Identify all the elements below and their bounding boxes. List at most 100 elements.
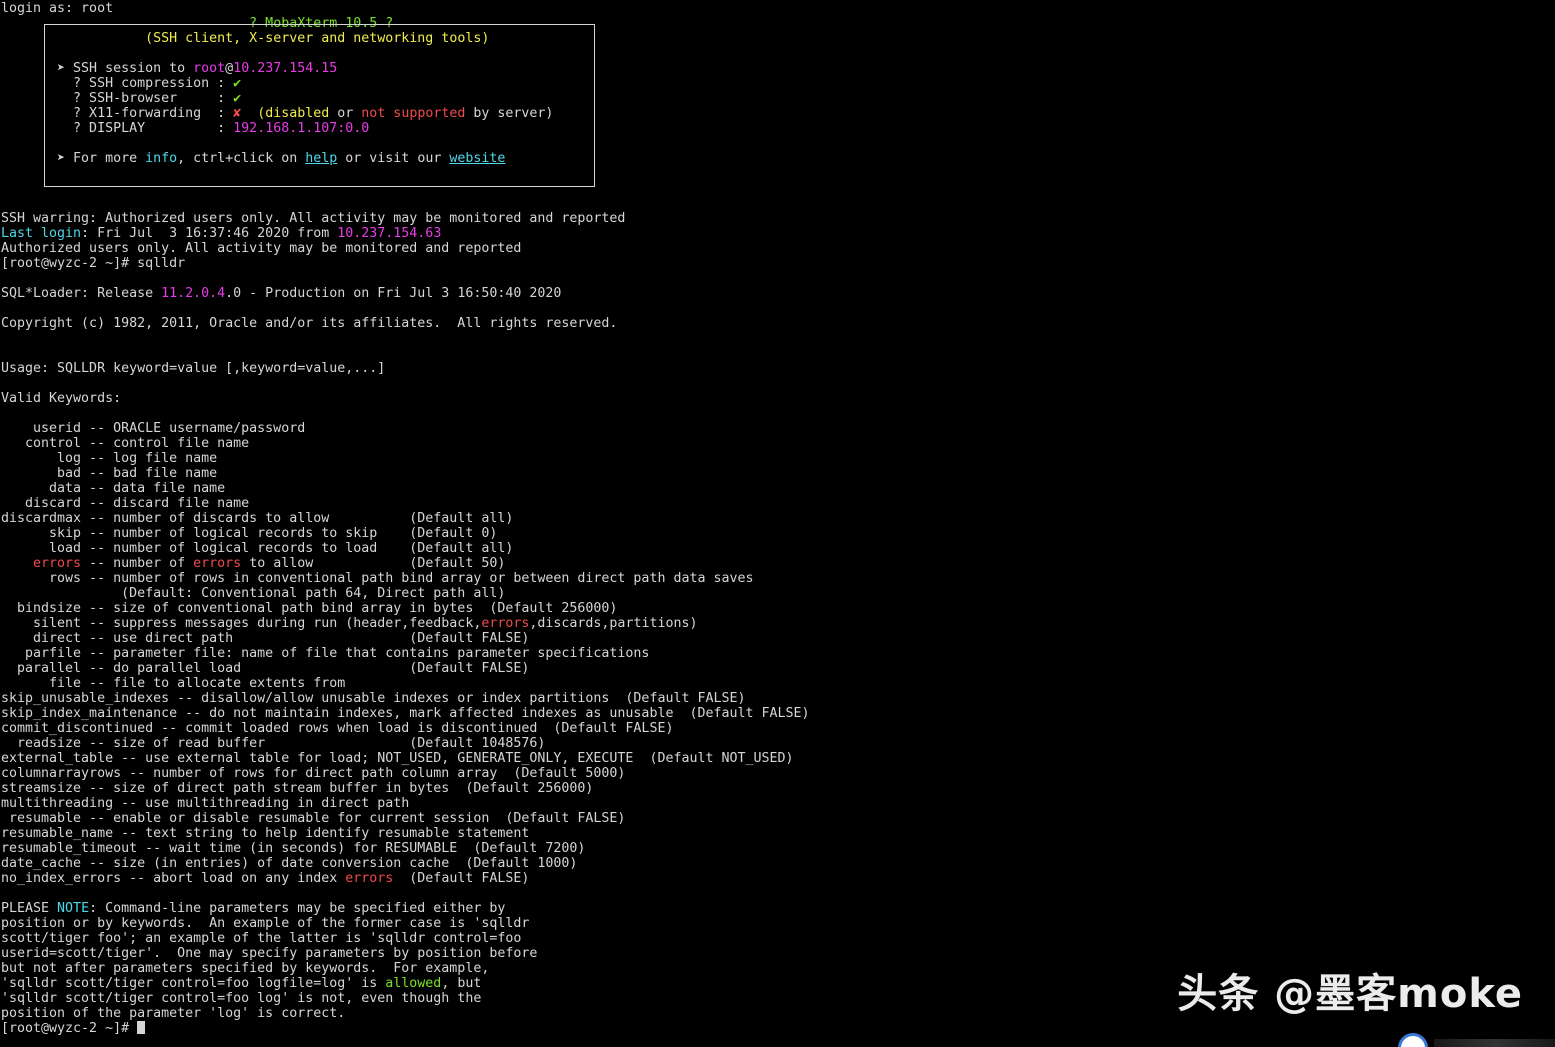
terminal-line: userid=scott/tiger'. One may specify par… xyxy=(1,946,810,961)
terminal-line: ? X11-forwarding : ✘ (disabled or not su… xyxy=(1,106,810,121)
terminal-text: Authorized users only. All activity may … xyxy=(1,241,522,256)
terminal-line: ? MobaXterm 10.5 ? xyxy=(1,16,810,31)
terminal-text: ➤ SSH session to xyxy=(1,61,194,76)
terminal-line: login as: root xyxy=(1,1,810,16)
terminal-text: login as: root xyxy=(1,1,114,16)
terminal-text: ? X11-forwarding : xyxy=(1,106,234,121)
terminal-text: ,discards,partitions) xyxy=(529,616,698,631)
terminal-text: date_cache -- size (in entries) of date … xyxy=(1,856,578,871)
terminal-line: log -- log file name xyxy=(1,451,810,466)
terminal-line: Copyright (c) 1982, 2011, Oracle and/or … xyxy=(1,316,810,331)
terminal-text: , but xyxy=(441,976,482,991)
terminal-line: bindsize -- size of conventional path bi… xyxy=(1,601,810,616)
terminal-link[interactable]: website xyxy=(449,151,505,166)
terminal-text: log -- log file name xyxy=(1,451,218,466)
terminal-line: ➤ SSH session to root@10.237.154.15 xyxy=(1,61,810,76)
terminal-text: bindsize -- size of conventional path bi… xyxy=(1,601,618,616)
terminal-text: [root@wyzc-2 ~]# sqlldr xyxy=(1,256,186,271)
terminal-text: resumable_name -- text string to help id… xyxy=(1,826,530,841)
terminal-line: errors -- number of errors to allow (Def… xyxy=(1,556,810,571)
terminal-text: SQL*Loader: Release xyxy=(1,286,162,301)
terminal-text: .0 - Production on Fri Jul 3 16:50:40 20… xyxy=(225,286,562,301)
terminal-line: ? SSH-browser : ✔ xyxy=(1,91,810,106)
terminal-text: info xyxy=(145,151,178,166)
terminal-line: discard -- discard file name xyxy=(1,496,810,511)
terminal-line: SSH warring: Authorized users only. All … xyxy=(1,211,810,226)
terminal-text: ✔ xyxy=(233,76,242,91)
terminal-text: userid=scott/tiger'. One may specify par… xyxy=(1,946,538,961)
terminal-text: position of the parameter 'log' is corre… xyxy=(1,1006,346,1021)
terminal-text: (Default: Conventional path 64, Direct p… xyxy=(1,586,506,601)
terminal-output: login as: root ? MobaXterm 10.5 ? (SSH c… xyxy=(1,1,810,1036)
terminal-line: silent -- suppress messages during run (… xyxy=(1,616,810,631)
terminal-line: multithreading -- use multithreading in … xyxy=(1,796,810,811)
terminal-text: errors xyxy=(481,616,530,631)
terminal-text: external_table -- use external table for… xyxy=(1,751,794,766)
terminal-text: PLEASE xyxy=(1,901,58,916)
terminal-line: resumable -- enable or disable resumable… xyxy=(1,811,810,826)
terminal-text: errors xyxy=(345,871,394,886)
terminal-text: by server) xyxy=(465,106,554,121)
terminal-line: (Default: Conventional path 64, Direct p… xyxy=(1,586,810,601)
terminal-text: 10.237.154.15 xyxy=(233,61,338,76)
terminal-link[interactable]: help xyxy=(305,151,337,166)
terminal-line: position of the parameter 'log' is corre… xyxy=(1,1006,810,1021)
terminal-text: ? SSH-browser : xyxy=(1,91,234,106)
terminal-text: file -- file to allocate extents from xyxy=(1,676,346,691)
terminal-line: userid -- ORACLE username/password xyxy=(1,421,810,436)
terminal-line: resumable_timeout -- wait time (in secon… xyxy=(1,841,810,856)
terminal-line: external_table -- use external table for… xyxy=(1,751,810,766)
terminal-line: [root@wyzc-2 ~]# sqlldr xyxy=(1,256,810,271)
terminal-text: silent -- suppress messages during run (… xyxy=(1,616,482,631)
terminal-line: file -- file to allocate extents from xyxy=(1,676,810,691)
terminal-text: resumable_timeout -- wait time (in secon… xyxy=(1,841,586,856)
terminal-text: 11.2.0.4 xyxy=(161,286,226,301)
terminal-text: allowed xyxy=(385,976,442,991)
terminal-text: Last login xyxy=(1,226,82,241)
terminal-line: direct -- use direct path (Default FALSE… xyxy=(1,631,810,646)
terminal-text: SSH warring: Authorized users only. All … xyxy=(1,211,626,226)
terminal-line: data -- data file name xyxy=(1,481,810,496)
terminal-text: root xyxy=(193,61,226,76)
input-method-icon[interactable] xyxy=(1398,1033,1428,1047)
terminal-text: 'sqlldr scott/tiger control=foo logfile=… xyxy=(1,976,386,991)
terminal-line: Last login: Fri Jul 3 16:37:46 2020 from… xyxy=(1,226,810,241)
taskbar-tray-strip xyxy=(1434,1039,1555,1047)
terminal-line: discardmax -- number of discards to allo… xyxy=(1,511,810,526)
terminal-line: no_index_errors -- abort load on any ind… xyxy=(1,871,810,886)
terminal-text: ? MobaXterm 10.5 ? xyxy=(249,16,394,31)
terminal-line: load -- number of logical records to loa… xyxy=(1,541,810,556)
terminal-line: ? SSH compression : ✔ xyxy=(1,76,810,91)
terminal-line: position or by keywords. An example of t… xyxy=(1,916,810,931)
terminal-text: NOTE xyxy=(57,901,90,916)
terminal-text: -- number of xyxy=(81,556,194,571)
terminal-text: no_index_errors -- abort load on any ind… xyxy=(1,871,346,886)
terminal-line: but not after parameters specified by ke… xyxy=(1,961,810,976)
terminal-cursor xyxy=(137,1021,146,1034)
terminal-text: discard -- discard file name xyxy=(1,496,250,511)
terminal-line: SQL*Loader: Release 11.2.0.4.0 - Product… xyxy=(1,286,810,301)
terminal-text: userid -- ORACLE username/password xyxy=(1,421,306,436)
terminal-text: scott/tiger foo'; an example of the latt… xyxy=(1,931,522,946)
terminal-window[interactable]: login as: root ? MobaXterm 10.5 ? (SSH c… xyxy=(0,0,1555,1047)
terminal-line: control -- control file name xyxy=(1,436,810,451)
terminal-line: resumable_name -- text string to help id… xyxy=(1,826,810,841)
terminal-text: parallel -- do parallel load (Default FA… xyxy=(1,661,530,676)
terminal-line: rows -- number of rows in conventional p… xyxy=(1,571,810,586)
terminal-line: columnarrayrows -- number of rows for di… xyxy=(1,766,810,781)
terminal-text: (disabled xyxy=(257,106,338,121)
terminal-text: skip_unusable_indexes -- disallow/allow … xyxy=(1,691,746,706)
terminal-text: or xyxy=(337,106,354,121)
terminal-text: errors xyxy=(33,556,82,571)
